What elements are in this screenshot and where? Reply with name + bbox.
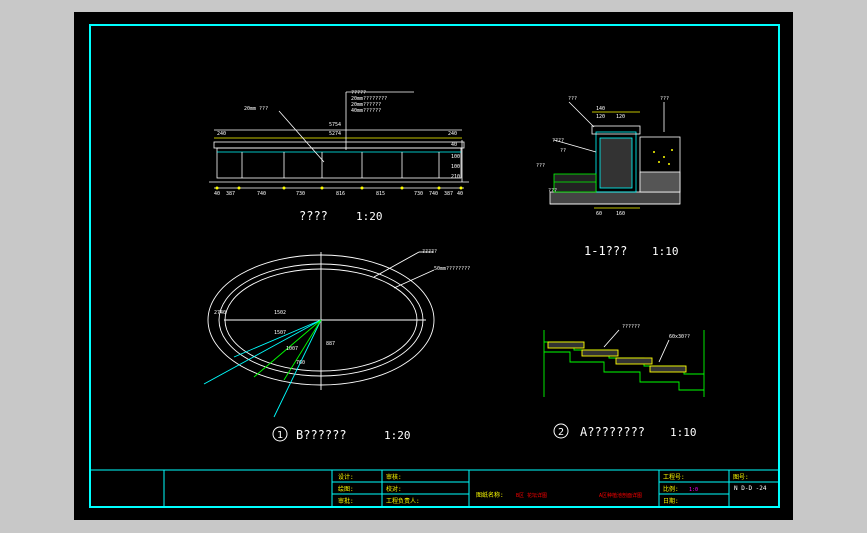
- tb-check: 校对:: [386, 485, 402, 493]
- dim-bottom-9: 387: [444, 191, 453, 197]
- side-callout: 20mm ???: [244, 106, 268, 112]
- plan-label-2: 50mm????????: [434, 266, 470, 272]
- dim-bottom-3: 740: [257, 191, 266, 197]
- tb-project-no: 工程号:: [663, 473, 685, 481]
- tb-drawing-name-2: A区种植池剖面详图: [599, 492, 642, 499]
- section-dim-3: 120: [616, 114, 625, 120]
- section-label-2: ????: [552, 138, 564, 144]
- section-dim-2: 120: [596, 114, 605, 120]
- tb-date-label: 日期:: [663, 497, 679, 505]
- dim-bottom-10: 40: [457, 191, 463, 197]
- dim-right-1: 40: [451, 142, 457, 148]
- dim-right-4: 210: [451, 174, 460, 180]
- tb-scale-label: 比例:: [663, 485, 679, 493]
- tb-review: 审核:: [386, 473, 402, 481]
- dim-top-2: 5274: [329, 131, 341, 137]
- plan-circle-num: 1: [277, 430, 283, 441]
- plan-dim-2: 887: [326, 341, 335, 347]
- plan-label-1: ?????: [422, 249, 437, 255]
- plan-title: B??????: [296, 428, 347, 442]
- dim-top-4: 240: [448, 131, 457, 137]
- tb-drawing-name-label: 图纸名称:: [476, 491, 504, 499]
- callout-4: 40mm??????: [351, 108, 381, 114]
- dim-top-1: 5754: [329, 122, 341, 128]
- detail-label-2: 60x30??: [669, 334, 690, 340]
- dim-bottom-4: 730: [296, 191, 305, 197]
- section-label-5: ???: [548, 188, 557, 194]
- tb-scale-value: 1:0: [689, 487, 698, 493]
- detail-label-1: ??????: [622, 324, 640, 330]
- dim-bottom-2: 387: [226, 191, 235, 197]
- dim-right-3: 100: [451, 164, 460, 170]
- drawing-sheet: ????? 20mm???????? 20mm?????? 40mm??????…: [74, 12, 793, 520]
- tb-drawing-no: N D-D -24: [734, 485, 767, 492]
- plan-dim-5: 2740: [214, 310, 226, 316]
- dim-bottom-7: 730: [414, 191, 423, 197]
- section-label-3: ??: [560, 148, 566, 154]
- elevation-labels: ????? 20mm???????? 20mm?????? 40mm??????…: [214, 90, 463, 197]
- tb-drafting: 绘图:: [338, 485, 354, 493]
- section-scale: 1:10: [652, 245, 679, 258]
- tb-drawing-name-1: B区 花坛详图: [516, 492, 547, 499]
- section-dim-1: 140: [596, 106, 605, 112]
- tb-design: 设计:: [338, 473, 354, 481]
- detail-view: [543, 329, 705, 397]
- detail-scale: 1:10: [670, 426, 697, 439]
- plan-view: [203, 251, 435, 418]
- section-dim-5: 160: [616, 211, 625, 217]
- plan-dim-4: 1007: [286, 346, 298, 352]
- section-label-1: ???: [568, 96, 577, 102]
- dim-bottom-8: 740: [429, 191, 438, 197]
- section-dim-4: 60: [596, 211, 602, 217]
- plan-dim-3: 1507: [274, 330, 286, 336]
- detail-title: A????????: [580, 425, 645, 439]
- section-label-right: ???: [660, 96, 669, 102]
- section-label-4: ???: [536, 163, 545, 169]
- tb-drawing-no-label: 图号:: [733, 474, 749, 481]
- dim-bottom-5: 816: [336, 191, 345, 197]
- dim-top-3: 240: [217, 131, 226, 137]
- section-title: 1-1???: [584, 244, 627, 258]
- dim-bottom-1: 40: [214, 191, 220, 197]
- plan-scale: 1:20: [384, 429, 411, 442]
- tb-approve: 审批:: [338, 497, 354, 505]
- cad-drawing: ????? 20mm???????? 20mm?????? 40mm??????…: [89, 24, 780, 508]
- section-hatch: [653, 149, 673, 165]
- section-view: [549, 101, 681, 209]
- title-block-text: 设计: 审核: 绘图: 校对: 审批: 工程负责人: 图纸名称: 工程号: 比例…: [338, 473, 749, 505]
- plan-dim-6: 760: [296, 360, 305, 366]
- elevation-title: ????: [299, 209, 328, 223]
- detail-labels: ?????? 60x30??: [622, 324, 690, 340]
- dim-right-2: 100: [451, 154, 460, 160]
- plan-dim-1: 1502: [274, 310, 286, 316]
- elevation-scale: 1:20: [356, 210, 383, 223]
- detail-circle-num: 2: [558, 427, 564, 438]
- tb-project-lead: 工程负责人:: [386, 497, 420, 505]
- dim-bottom-6: 815: [376, 191, 385, 197]
